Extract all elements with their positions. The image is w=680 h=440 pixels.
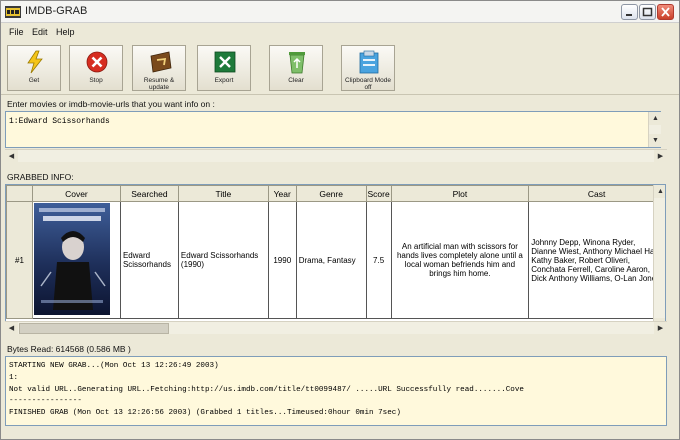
table-row[interactable]: #1 Edward Scissorhands Edward Scissorhan… bbox=[6, 201, 665, 319]
clear-label: Clear bbox=[288, 77, 304, 84]
log-line: FINISHED GRAB (Mon Oct 13 12:26:56 2003)… bbox=[9, 409, 401, 417]
input-vertical-scrollbar[interactable]: ▲ ▼ bbox=[648, 112, 662, 147]
year-cell: 1990 bbox=[267, 201, 297, 319]
cover-cell bbox=[31, 201, 121, 319]
resume-update-icon bbox=[150, 51, 172, 73]
clipboard-icon bbox=[359, 50, 379, 74]
app-icon bbox=[5, 6, 21, 18]
log-line: Not valid URL..Generating URL..Fetching:… bbox=[9, 386, 524, 394]
header-genre[interactable]: Genre bbox=[295, 185, 367, 202]
resume-update-label: Resume & update bbox=[143, 77, 175, 91]
scroll-left-arrow-icon[interactable]: ◀ bbox=[5, 322, 18, 335]
row-number: #1 bbox=[6, 201, 33, 319]
maximize-button[interactable] bbox=[639, 4, 656, 20]
grid-scroll-thumb[interactable] bbox=[19, 323, 169, 334]
menu-edit[interactable]: Edit bbox=[32, 27, 48, 37]
header-plot[interactable]: Plot bbox=[390, 185, 530, 202]
movie-input-value: 1:Edward Scissorhands bbox=[9, 117, 110, 126]
movie-input-label: Enter movies or imdb-movie-urls that you… bbox=[7, 99, 215, 109]
minimize-icon bbox=[626, 14, 632, 16]
export-button[interactable]: Export bbox=[197, 45, 251, 91]
clipboard-mode-button[interactable]: Clipboard Mode off bbox=[341, 45, 395, 91]
menu-help[interactable]: Help bbox=[56, 27, 75, 37]
grid-vertical-scrollbar[interactable]: ▲ ▼ bbox=[653, 185, 665, 331]
movie-poster-image bbox=[33, 203, 110, 315]
app-window: IMDB-GRAB File Edit Help Get Stop Resume… bbox=[0, 0, 680, 440]
log-line: STARTING NEW GRAB...(Mon Oct 13 12:26:49… bbox=[9, 362, 219, 370]
toolbar: Get Stop Resume & update Export Clear Cl… bbox=[1, 41, 679, 95]
scroll-up-arrow-icon[interactable]: ▲ bbox=[649, 112, 662, 125]
header-corner bbox=[6, 185, 33, 202]
clear-button[interactable]: Clear bbox=[269, 45, 323, 91]
header-title[interactable]: Title bbox=[177, 185, 269, 202]
searched-cell: Edward Scissorhands bbox=[119, 201, 179, 319]
scroll-down-arrow-icon[interactable]: ▼ bbox=[649, 134, 662, 147]
log-line: 1: bbox=[9, 374, 19, 382]
stop-label: Stop bbox=[89, 77, 103, 84]
movie-input-field[interactable]: 1:Edward Scissorhands ▲ ▼ bbox=[5, 111, 662, 148]
title-cell: Edward Scissorhands (1990) bbox=[177, 201, 269, 319]
header-searched[interactable]: Searched bbox=[119, 185, 179, 202]
get-button[interactable]: Get bbox=[7, 45, 61, 91]
scroll-left-arrow-icon[interactable]: ◀ bbox=[5, 150, 18, 163]
scroll-up-arrow-icon[interactable]: ▲ bbox=[654, 185, 665, 198]
log-line: ---------------- bbox=[9, 397, 82, 405]
scroll-right-arrow-icon[interactable]: ▶ bbox=[654, 322, 667, 335]
table-header-row: Cover Searched Title Year Genre Score Pl… bbox=[6, 185, 665, 202]
stop-icon bbox=[86, 51, 108, 73]
close-button[interactable] bbox=[657, 4, 674, 20]
get-label: Get bbox=[28, 77, 40, 84]
grabbed-info-label: GRABBED INFO: bbox=[7, 172, 74, 182]
results-table: Cover Searched Title Year Genre Score Pl… bbox=[6, 185, 665, 319]
lightning-icon bbox=[27, 50, 43, 74]
header-year[interactable]: Year bbox=[267, 185, 297, 202]
header-cast[interactable]: Cast bbox=[528, 185, 665, 202]
stop-button[interactable]: Stop bbox=[69, 45, 123, 91]
menu-file[interactable]: File bbox=[9, 27, 24, 37]
maximize-icon bbox=[642, 7, 653, 17]
input-horizontal-scrollbar[interactable]: ◀ ▶ bbox=[5, 149, 667, 163]
window-title: IMDB-GRAB bbox=[25, 5, 88, 17]
grid-horizontal-scrollbar[interactable]: ◀ ▶ bbox=[5, 321, 667, 335]
minimize-button[interactable] bbox=[621, 4, 638, 20]
header-score[interactable]: Score bbox=[365, 185, 392, 202]
cast-cell: Johnny Depp, Winona Ryder, Dianne Wiest,… bbox=[528, 201, 665, 319]
grabbed-info-grid: Cover Searched Title Year Genre Score Pl… bbox=[5, 184, 666, 332]
export-label: Export bbox=[214, 77, 234, 84]
score-cell: 7.5 bbox=[365, 201, 392, 319]
genre-cell: Drama, Fantasy bbox=[295, 201, 367, 319]
excel-icon bbox=[214, 51, 236, 73]
header-cover[interactable]: Cover bbox=[31, 185, 121, 202]
recycle-bin-icon bbox=[289, 52, 305, 74]
title-bar[interactable]: IMDB-GRAB bbox=[1, 1, 679, 23]
bytes-read-status: Bytes Read: 614568 (0.586 MB ) bbox=[7, 344, 131, 354]
scroll-right-arrow-icon[interactable]: ▶ bbox=[654, 150, 667, 163]
log-output[interactable]: STARTING NEW GRAB...(Mon Oct 13 12:26:49… bbox=[5, 356, 667, 426]
plot-cell: An artificial man with scissors for hand… bbox=[390, 201, 530, 319]
close-icon bbox=[661, 7, 670, 17]
clipboard-mode-label: Clipboard Mode off bbox=[345, 77, 391, 91]
menu-bar: File Edit Help bbox=[1, 24, 679, 41]
resume-update-button[interactable]: Resume & update bbox=[132, 45, 186, 91]
